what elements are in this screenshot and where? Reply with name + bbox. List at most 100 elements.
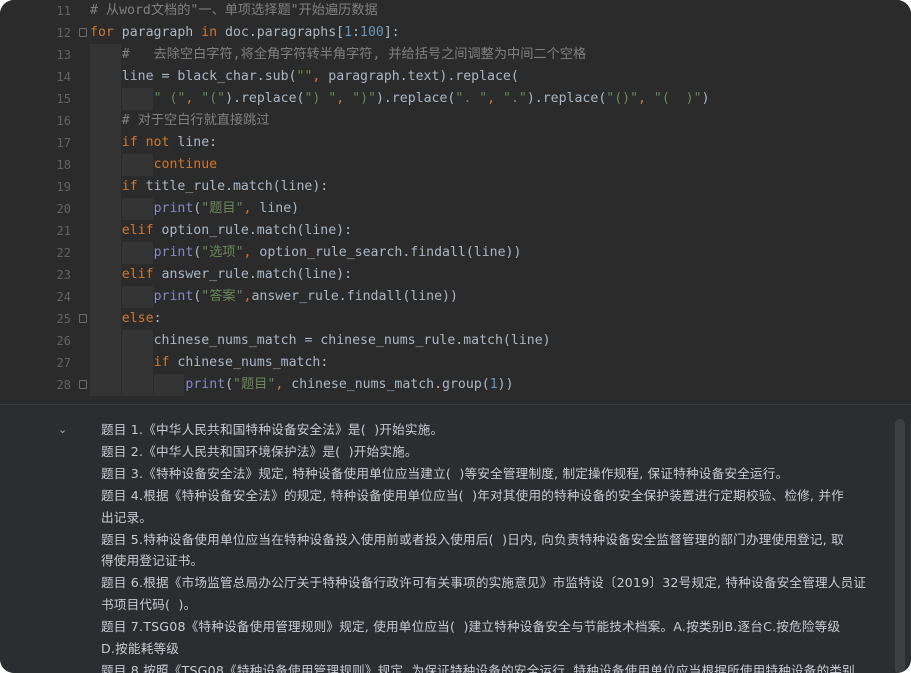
code-line[interactable]: 21 elif option_rule.match(line): — [0, 220, 911, 242]
code-token: , — [487, 91, 504, 106]
code-token: paragraph.text).replace( — [328, 69, 519, 84]
indent-guide — [90, 198, 121, 220]
code-token: ". " — [455, 91, 488, 106]
code-line[interactable]: 20 print("题目", line) — [0, 198, 911, 220]
line-number: 13 — [56, 48, 71, 62]
code-token: "题目" — [201, 201, 244, 216]
code-text: chinese_nums_match = chinese_nums_rule.m… — [154, 330, 551, 352]
code-token: , — [336, 91, 353, 106]
line-number: 20 — [56, 202, 71, 216]
code-text: continue — [154, 154, 218, 176]
console-line: 题目 2.《中华人民共和国环境保护法》是( )开始实施。 — [101, 443, 418, 459]
indent-guide — [121, 374, 153, 396]
line-number: 15 — [56, 92, 71, 106]
code-line[interactable]: 11 # 从word文档的"一、单项选择题"开始遍历数据 — [0, 0, 911, 22]
code-token: ).replace( — [225, 91, 305, 106]
code-token: ")" — [352, 91, 376, 106]
code-text: if chinese_nums_match: — [154, 352, 329, 374]
code-text: print("题目", chinese_nums_match.group(1)) — [185, 374, 513, 396]
indent-guide — [90, 374, 121, 396]
fold-marker-icon[interactable] — [79, 380, 87, 389]
code-line[interactable]: 25 else: — [0, 308, 911, 330]
code-line[interactable]: 14 line = black_char.sub("", paragraph.te… — [0, 66, 911, 88]
indent-guide — [90, 242, 121, 264]
code-token: chinese_nums_match.group( — [291, 377, 490, 392]
code-line[interactable]: 22 print("选项", option_rule_search.findall… — [0, 242, 911, 264]
console-line: 书项目代码( )。 — [101, 597, 197, 613]
code-token: ") " — [304, 91, 337, 106]
code-text: print("题目", line) — [154, 198, 300, 220]
code-line[interactable]: 24 print("答案",answer_rule.findall(line)) — [0, 286, 911, 308]
console-line: 题目 4.根据《特种设备安全法》的规定, 特种设备使用单位应当( )年对其使用的… — [101, 487, 844, 503]
indent-guide — [90, 154, 121, 176]
code-token: , — [243, 201, 260, 216]
code-token: # 从word文档的"一、单项选择题"开始遍历数据 — [90, 3, 378, 18]
code-text: if not line: — [122, 132, 217, 154]
indent-guide — [121, 242, 153, 264]
code-token: if — [153, 355, 178, 370]
console-scrollbar[interactable] — [895, 419, 905, 673]
line-number: 16 — [56, 114, 71, 128]
console-line: 题目 3.《特种设备安全法》规定, 特种设备使用单位应当建立( )等安全管理制度… — [101, 465, 789, 481]
indent-guide — [90, 132, 121, 154]
code-line[interactable]: 12 for paragraph in doc.paragraphs[1:100]… — [0, 22, 911, 44]
code-token: else — [121, 311, 154, 326]
code-token: elif — [121, 267, 162, 282]
code-line[interactable]: 27 if chinese_nums_match: — [0, 352, 911, 374]
code-text: else: — [122, 308, 162, 330]
code-line[interactable]: 26 chinese_nums_match = chinese_nums_rule… — [0, 330, 911, 352]
code-token: option_rule_search.findall(line)) — [259, 245, 522, 260]
code-token: title_rule.match(line): — [145, 179, 329, 194]
code-token: ]: — [383, 25, 400, 40]
line-number: 22 — [56, 246, 71, 260]
indent-guide — [90, 220, 121, 242]
code-line[interactable]: 15 " (", "(").replace(") ", ")").replace(… — [0, 88, 911, 110]
fold-marker-icon[interactable] — [79, 314, 87, 323]
code-token: in — [201, 25, 225, 40]
code-text: line = black_char.sub("", paragraph.text… — [122, 66, 519, 88]
code-line[interactable]: 18 continue — [0, 154, 911, 176]
code-token: ) — [701, 91, 710, 106]
indent-guide — [121, 198, 153, 220]
code-token: # 去除空白字符,将全角字符转半角字符, 并给括号之间调整为中间二个空格 — [121, 47, 587, 62]
code-token: if — [121, 179, 146, 194]
code-token: ( — [225, 377, 234, 392]
code-token: 100 — [360, 25, 384, 40]
line-number: 27 — [56, 356, 71, 370]
code-token: answer_rule.match(line): — [161, 267, 353, 282]
run-console[interactable]: ⌄ 题目 1.《中华人民共和国特种设备安全法》是( )开始实施。 题目 2.《中华… — [0, 404, 911, 673]
chevron-down-icon[interactable]: ⌄ — [58, 423, 67, 436]
indent-guide — [90, 44, 121, 66]
code-token: "." — [503, 91, 527, 106]
code-token: chinese_nums_match: — [177, 355, 329, 370]
code-token: doc.paragraphs[ — [225, 25, 345, 40]
code-token: line: — [177, 135, 218, 150]
code-token: # 对于空白行就直接跳过 — [121, 113, 270, 128]
line-number: 19 — [56, 180, 71, 194]
ide-window: 11 # 从word文档的"一、单项选择题"开始遍历数据 12 for paragra… — [0, 0, 911, 673]
code-token: "()" — [606, 91, 639, 106]
code-line[interactable]: 23 elif answer_rule.match(line): — [0, 264, 911, 286]
console-line: 出记录。 — [101, 509, 153, 525]
line-number: 25 — [56, 312, 71, 326]
indent-guide — [121, 352, 153, 374]
indent-guide — [90, 286, 121, 308]
indent-guide — [90, 330, 121, 352]
code-line[interactable]: 19 if title_rule.match(line): — [0, 176, 911, 198]
code-text: elif option_rule.match(line): — [122, 220, 352, 242]
code-token: "选项" — [201, 245, 244, 260]
code-line[interactable]: 13 # 去除空白字符,将全角字符转半角字符, 并给括号之间调整为中间二个空格 — [0, 44, 911, 66]
code-editor[interactable]: 11 # 从word文档的"一、单项选择题"开始遍历数据 12 for paragra… — [0, 0, 911, 404]
code-token: chinese_nums_match = chinese_nums_rule.m… — [153, 333, 551, 348]
code-line[interactable]: 17 if not line: — [0, 132, 911, 154]
code-line[interactable]: 28 print("题目", chinese_nums_match.group(1… — [0, 374, 911, 396]
code-token: "(" — [201, 91, 226, 106]
fold-marker-icon[interactable] — [79, 28, 87, 37]
indent-guide — [90, 264, 121, 286]
code-token: paragraph — [121, 25, 202, 40]
indent-guide — [90, 66, 121, 88]
code-token: : — [153, 311, 162, 326]
code-token: line = black_char.sub( — [121, 69, 297, 84]
code-line[interactable]: 16 # 对于空白行就直接跳过 — [0, 110, 911, 132]
code-text: # 从word文档的"一、单项选择题"开始遍历数据 — [90, 0, 378, 22]
